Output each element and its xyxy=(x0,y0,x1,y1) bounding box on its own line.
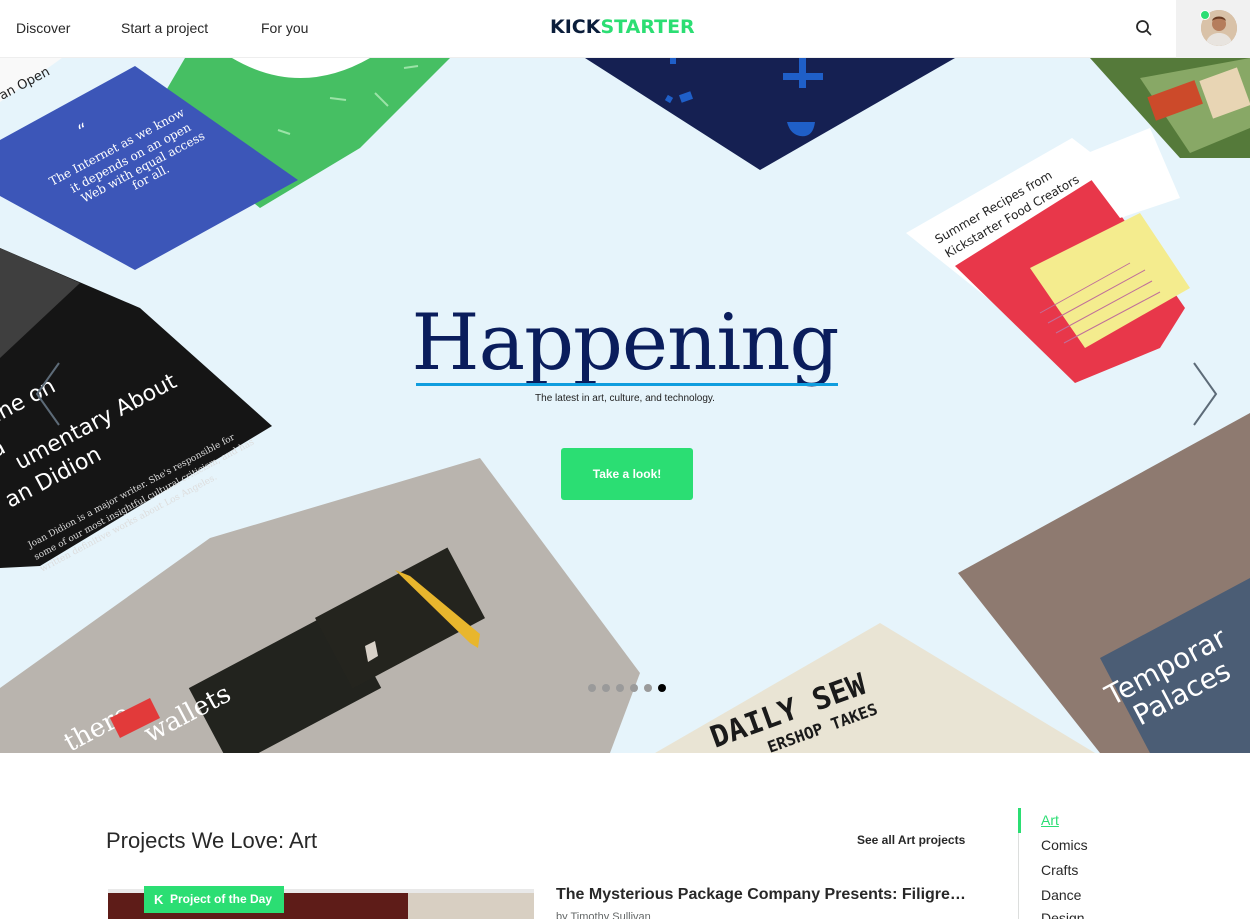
search-icon[interactable] xyxy=(1133,17,1155,39)
category-divider xyxy=(1018,833,1019,919)
carousel-next-arrow-icon[interactable] xyxy=(1190,361,1220,427)
project-of-the-day-badge: K Project of the Day xyxy=(144,886,285,913)
category-dance[interactable]: Dance xyxy=(1041,887,1081,903)
see-all-art-projects-link[interactable]: See all Art projects xyxy=(857,833,965,847)
project-title-link[interactable]: The Mysterious Package Company Presents:… xyxy=(556,886,968,904)
tile-navy xyxy=(585,58,955,170)
category-art[interactable]: Art xyxy=(1041,812,1059,828)
carousel-dots xyxy=(588,679,672,692)
take-a-look-button[interactable]: Take a look! xyxy=(561,448,693,500)
section-title: Projects We Love: Art xyxy=(106,828,318,853)
logo-starter: STARTER xyxy=(600,16,695,38)
carousel-dot[interactable] xyxy=(602,684,610,692)
category-crafts[interactable]: Crafts xyxy=(1041,862,1078,878)
carousel-dot-active[interactable] xyxy=(658,684,666,692)
category-comics[interactable]: Comics xyxy=(1041,837,1088,853)
hero-title: Happening xyxy=(411,298,840,388)
carousel-dot[interactable] xyxy=(644,684,652,692)
carousel-dot[interactable] xyxy=(588,684,596,692)
carousel-dot[interactable] xyxy=(630,684,638,692)
top-navigation: Discover Start a project For you KICKSTA… xyxy=(0,0,1250,58)
kickstarter-k-icon: K xyxy=(154,892,164,907)
carousel-prev-arrow-icon[interactable] xyxy=(33,361,63,427)
active-category-indicator xyxy=(1018,808,1021,833)
tile-open-label: an Open xyxy=(0,58,62,104)
project-author-link[interactable]: Timothy Sullivan xyxy=(570,911,650,919)
hero-carousel: an Open “ The Internet as we know it dep… xyxy=(0,58,1250,753)
carousel-dot[interactable] xyxy=(616,684,624,692)
kickstarter-logo[interactable]: KICKSTARTER xyxy=(550,16,695,38)
logo-kick: KICK xyxy=(550,16,601,38)
nav-discover[interactable]: Discover xyxy=(16,20,70,36)
category-design[interactable]: Design xyxy=(1041,910,1085,919)
nav-start-project[interactable]: Start a project xyxy=(121,20,208,36)
online-status-dot xyxy=(1200,10,1210,20)
hero-collage: an Open “ The Internet as we know it dep… xyxy=(0,58,1250,753)
byline-prefix: by xyxy=(556,911,568,919)
nav-for-you[interactable]: For you xyxy=(261,20,308,36)
hero-subtitle: The latest in art, culture, and technolo… xyxy=(535,393,715,404)
project-byline: by Timothy Sullivan xyxy=(556,911,651,919)
badge-label: Project of the Day xyxy=(170,892,273,906)
user-menu[interactable] xyxy=(1176,0,1250,58)
hero-title-underline xyxy=(416,383,838,386)
